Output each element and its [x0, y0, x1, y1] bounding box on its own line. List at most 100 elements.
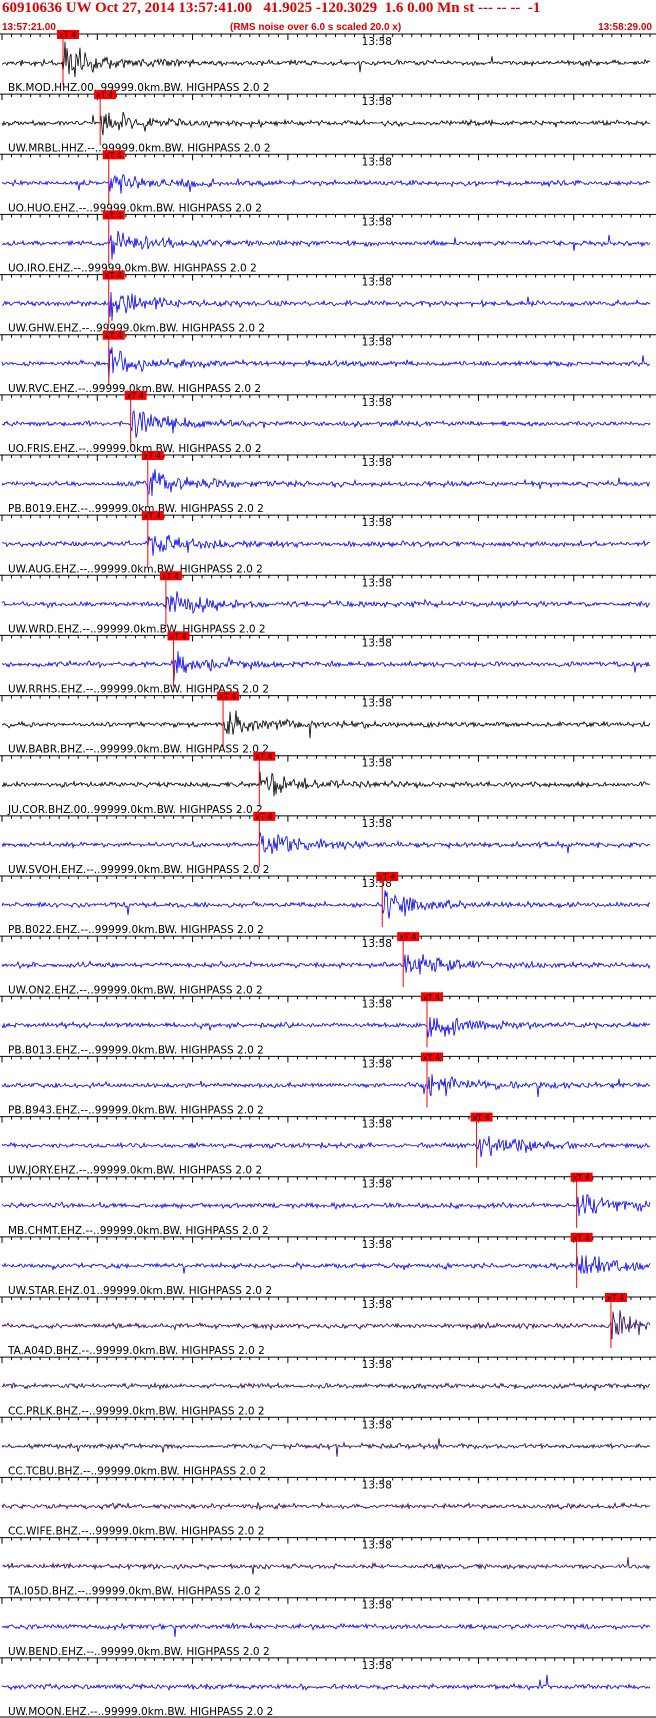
time-tick-label: 13:58	[362, 1660, 392, 1672]
waveform-trace	[1, 771, 651, 797]
waveform-trace	[1, 346, 651, 378]
waveform-trace	[1, 591, 651, 615]
waveform-trace	[1, 1074, 651, 1098]
waveform-trace	[1, 1255, 651, 1274]
pick-label: xT 4	[378, 873, 395, 882]
pick-label: xT 4	[105, 211, 122, 220]
station-label: CC.WIFE.BHZ.--..99999.0km.BW. HIGHPASS 2…	[8, 1526, 264, 1538]
time-tick-label: 13:58	[362, 1239, 392, 1251]
waveform-trace	[1, 1310, 651, 1340]
waveform-trace	[1, 112, 651, 136]
station-label: UW.BEND.EHZ.--..99999.0km.BW. HIGHPASS 2…	[8, 1646, 270, 1658]
time-tick-label: 13:58	[362, 698, 392, 710]
pick-label: xT 4	[255, 752, 272, 761]
waveform-trace	[2, 230, 651, 260]
pick-label: xT 4	[423, 993, 440, 1002]
station-label: UW.MRBL.HHZ.--..99999.0km.BW. HIGHPASS 2…	[8, 142, 271, 154]
waveform-trace	[1, 1674, 651, 1692]
station-label: PB.B943.EHZ.--..99999.0km.BW. HIGHPASS 2…	[8, 1105, 264, 1117]
time-tick-label: 13:58	[362, 1359, 392, 1371]
waveform-trace	[1, 1381, 651, 1391]
waveform-trace	[1, 41, 651, 78]
pick-label: xT 4	[255, 812, 272, 821]
waveform-trace	[1, 651, 651, 681]
station-label: UW.AUG.EHZ.--..99999.0km.BW. HIGHPASS 2.…	[8, 563, 263, 575]
waveform-trace	[1, 890, 651, 919]
pick-label: xT 4	[144, 512, 161, 521]
pick-label: xT 4	[219, 692, 236, 701]
station-label: PB.B022.EHZ.--..99999.0km.BW. HIGHPASS 2…	[8, 924, 264, 936]
pick-label: xT 4	[473, 1113, 490, 1122]
waveform-trace	[1, 832, 651, 855]
station-label: MB.CHMT.EHZ.--..99999.0km.BW. HIGHPASS 2…	[8, 1225, 269, 1237]
time-tick-label: 13:58	[362, 1119, 392, 1131]
time-tick-label: 13:58	[362, 156, 392, 168]
waveform-trace	[1, 1501, 651, 1511]
time-tick-label: 13:58	[362, 1419, 392, 1431]
pick-label: xT 4	[105, 331, 122, 340]
pick-label: xT 4	[573, 1173, 590, 1182]
waveform-trace	[1, 710, 651, 739]
station-label: UW.MOON.EHZ.--..99999.0km.BW. HIGHPASS 2…	[8, 1706, 273, 1718]
station-label: UW.ON2.EHZ.--..99999.0km.BW. HIGHPASS 2.…	[8, 984, 263, 996]
station-label: PB.B013.EHZ.--..99999.0km.BW. HIGHPASS 2…	[8, 1044, 264, 1056]
waveform-trace	[1, 534, 651, 556]
station-label: CC.PRLK.BHZ.--..99999.0km.BW. HIGHPASS 2…	[8, 1405, 265, 1417]
time-tick-label: 13:58	[362, 1540, 392, 1552]
pick-label: xT 4	[105, 271, 122, 280]
seismogram-plot: 13:58xT 4BK.MOD.HHZ.00..99999.0km.BW. HI…	[0, 30, 656, 1718]
station-label: PB.B019.EHZ.--..99999.0km.BW. HIGHPASS 2…	[8, 503, 264, 515]
waveform-trace	[1, 174, 651, 194]
station-label: UW.JORY.EHZ.--..99999.0km.BW. HIGHPASS 2…	[8, 1165, 262, 1177]
waveform-trace	[1, 954, 651, 975]
time-tick-label: 13:58	[362, 938, 392, 950]
pick-label: xT 4	[127, 391, 144, 400]
station-label: UW.WRD.EHZ.--..99999.0km.BW. HIGHPASS 2.…	[8, 623, 266, 635]
time-tick-label: 13:58	[362, 277, 392, 289]
waveform-trace	[1, 469, 651, 497]
pick-label: xT 4	[59, 31, 76, 40]
station-label: CC.TCBU.BHZ.--..99999.0km.BW. HIGHPASS 2…	[8, 1465, 266, 1477]
time-tick-label: 13:58	[362, 637, 392, 649]
waveform-trace	[1, 1016, 651, 1038]
time-tick-label: 13:58	[362, 998, 392, 1010]
station-label: UO.HUO.EHZ.--..99999.0km.BW. HIGHPASS 2.…	[8, 202, 262, 214]
station-label: UW.BABR.BHZ.--..99999.0km.BW. HIGHPASS 2…	[8, 744, 269, 756]
time-tick-label: 13:58	[362, 397, 392, 409]
time-tick-label: 13:58	[362, 1479, 392, 1491]
time-tick-label: 13:58	[362, 1299, 392, 1311]
station-label: TA.A04D.BHZ.--..99999.0km.BW. HIGHPASS 2…	[7, 1345, 265, 1357]
time-tick-label: 13:58	[362, 457, 392, 469]
waveform-trace	[1, 292, 651, 321]
station-label: JU.COR.BHZ.00..99999.0km.BW. HIGHPASS 2.…	[7, 804, 263, 816]
pick-label: xT 4	[399, 933, 416, 942]
time-tick-label: 13:58	[362, 758, 392, 770]
time-tick-label: 13:58	[362, 36, 392, 48]
station-label: BK.MOD.HHZ.00..99999.0km.BW. HIGHPASS 2.…	[8, 82, 270, 94]
time-tick-label: 13:58	[362, 1058, 392, 1070]
station-label: UW.GHW.EHZ.--..99999.0km.BW. HIGHPASS 2.…	[8, 323, 265, 335]
station-label: UW.STAR.EHZ.01..99999.0km.BW. HIGHPASS 2…	[8, 1285, 272, 1297]
pick-label: xT 4	[573, 1233, 590, 1242]
time-tick-label: 13:58	[362, 577, 392, 589]
waveform-trace	[1, 1194, 651, 1217]
waveform-trace	[1, 1557, 651, 1575]
time-tick-label: 13:58	[362, 1179, 392, 1191]
time-tick-label: 13:58	[362, 337, 392, 349]
station-label: UW.SVOH.EHZ.--..99999.0km.BW. HIGHPASS 2…	[8, 864, 270, 876]
waveform-trace	[1, 1135, 651, 1158]
pick-label: xT 4	[423, 1053, 440, 1062]
pick-label: xT 4	[144, 452, 161, 461]
pick-label: xT 4	[105, 151, 122, 160]
pick-label: xT 4	[96, 91, 113, 100]
time-tick-label: 13:58	[362, 96, 392, 108]
waveform-trace	[1, 410, 651, 438]
waveform-trace	[1, 1622, 651, 1637]
station-label: TA.I05D.BHZ.--..99999.0km.BW. HIGHPASS 2…	[7, 1586, 261, 1598]
time-tick-label: 13:58	[362, 1600, 392, 1612]
time-tick-label: 13:58	[362, 216, 392, 228]
pick-label: xT 4	[170, 632, 187, 641]
station-label: UO.IRO.EHZ.--..99999.0km.BW. HIGHPASS 2.…	[8, 263, 257, 275]
time-tick-label: 13:58	[362, 818, 392, 830]
pick-label: xT 4	[607, 1294, 624, 1303]
